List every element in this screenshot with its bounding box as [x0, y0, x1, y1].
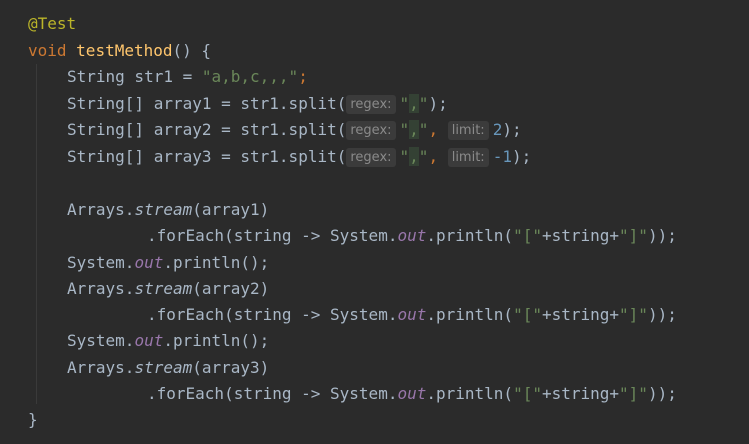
quote-open: "	[399, 120, 410, 139]
method-name: testMethod	[76, 41, 173, 60]
string-close-bracket: "]"	[619, 305, 648, 324]
string-open-bracket: "["	[513, 384, 542, 403]
foreach-prefix: .forEach(string -> System.	[147, 226, 398, 245]
code-line-foreach-3[interactable]: .forEach(string -> System.out.println("[…	[147, 381, 677, 407]
param-hint-regex: regex:	[346, 95, 396, 114]
code-line-annotation[interactable]: @Test	[28, 11, 76, 37]
concat-expr: +string+	[541, 384, 620, 403]
quote-close: "	[418, 120, 429, 139]
limit-value: -1	[492, 147, 512, 166]
println-empty: .println();	[163, 253, 270, 272]
code-line-close-brace[interactable]: }	[28, 407, 38, 433]
code-line-array1[interactable]: String[] array1 = str1.split(regex: ",");	[67, 91, 448, 117]
quote-open: "	[399, 147, 410, 166]
system-class: System.	[67, 331, 135, 350]
quote-open: "	[399, 94, 410, 113]
out-field: out	[397, 226, 427, 245]
concat-expr: +string+	[541, 226, 620, 245]
stream-method: stream	[134, 358, 193, 377]
stream-arg: (array1)	[192, 200, 270, 219]
system-class: System.	[67, 253, 135, 272]
foreach-end: ));	[647, 305, 677, 324]
code-line-array3[interactable]: String[] array3 = str1.split(regex: ",", …	[67, 144, 531, 170]
limit-value: 2	[492, 120, 503, 139]
str1-declaration: String str1 =	[67, 67, 202, 86]
code-line-stream-array2[interactable]: Arrays.stream(array2)	[67, 276, 269, 302]
annotation-token: @Test	[28, 14, 77, 33]
code-line-array2[interactable]: String[] array2 = str1.split(regex: ",", …	[67, 117, 522, 143]
foreach-prefix: .forEach(string -> System.	[147, 384, 398, 403]
array3-declaration: String[] array3 = str1.split(	[67, 147, 347, 166]
code-line-foreach-2[interactable]: .forEach(string -> System.out.println("[…	[147, 302, 677, 328]
code-line-str1[interactable]: String str1 = "a,b,c,,,";	[67, 64, 308, 90]
separator-literal: ,	[409, 120, 419, 139]
semicolon: ;	[298, 67, 308, 86]
call-end: );	[502, 120, 522, 139]
out-field: out	[397, 384, 427, 403]
quote-close: "	[418, 94, 429, 113]
foreach-end: ));	[647, 226, 677, 245]
code-line-stream-array1[interactable]: Arrays.stream(array1)	[67, 197, 269, 223]
string-open-bracket: "["	[513, 226, 542, 245]
code-line-stream-array3[interactable]: Arrays.stream(array3)	[67, 355, 269, 381]
str1-literal: "a,b,c,,,"	[201, 67, 299, 86]
code-line-method-signature[interactable]: void testMethod() {	[28, 38, 211, 64]
code-line-foreach-1[interactable]: .forEach(string -> System.out.println("[…	[147, 223, 677, 249]
stream-arg: (array3)	[192, 358, 270, 377]
separator-literal: ,	[409, 94, 419, 113]
param-hint-limit: limit:	[447, 121, 489, 140]
indent-guide	[36, 64, 37, 404]
string-close-bracket: "]"	[619, 226, 648, 245]
param-hint-regex: regex:	[346, 121, 396, 140]
param-hint-limit: limit:	[447, 148, 489, 167]
arrays-class: Arrays.	[67, 200, 135, 219]
param-hint-regex: regex:	[346, 148, 396, 167]
code-editor[interactable]: @Test void testMethod() { String str1 = …	[0, 0, 749, 444]
out-field: out	[134, 331, 164, 350]
array1-declaration: String[] array1 = str1.split(	[67, 94, 347, 113]
stream-arg: (array2)	[192, 279, 270, 298]
separator-literal: ,	[409, 147, 419, 166]
quote-close: "	[418, 147, 429, 166]
println-call: .println(	[426, 226, 514, 245]
arg-comma: ,	[428, 147, 448, 166]
string-close-bracket: "]"	[619, 384, 648, 403]
code-line-println-2[interactable]: System.out.println();	[67, 328, 269, 354]
stream-method: stream	[134, 200, 193, 219]
foreach-prefix: .forEach(string -> System.	[147, 305, 398, 324]
call-end: );	[511, 147, 532, 166]
out-field: out	[134, 253, 164, 272]
println-call: .println(	[426, 305, 514, 324]
concat-expr: +string+	[541, 305, 620, 324]
string-open-bracket: "["	[513, 305, 542, 324]
code-line-println-1[interactable]: System.out.println();	[67, 250, 269, 276]
method-signature-rest: () {	[172, 41, 212, 60]
foreach-end: ));	[647, 384, 677, 403]
keyword-void: void	[28, 41, 67, 60]
call-end: );	[428, 94, 448, 113]
println-call: .println(	[426, 384, 514, 403]
arrays-class: Arrays.	[67, 279, 135, 298]
out-field: out	[397, 305, 427, 324]
closing-brace: }	[28, 410, 38, 429]
arg-comma: ,	[428, 120, 448, 139]
println-empty: .println();	[163, 331, 270, 350]
arrays-class: Arrays.	[67, 358, 135, 377]
array2-declaration: String[] array2 = str1.split(	[67, 120, 347, 139]
stream-method: stream	[134, 279, 193, 298]
